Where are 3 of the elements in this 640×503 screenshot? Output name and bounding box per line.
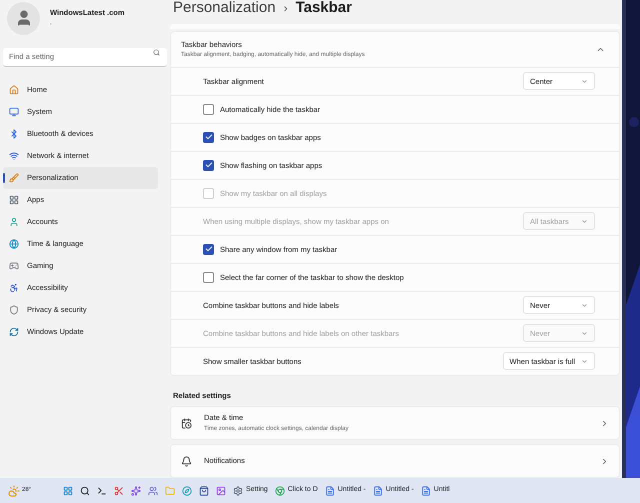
breadcrumb-parent[interactable]: Personalization bbox=[173, 0, 276, 16]
breadcrumb-separator: › bbox=[284, 2, 288, 14]
page-title: Taskbar bbox=[296, 0, 352, 16]
